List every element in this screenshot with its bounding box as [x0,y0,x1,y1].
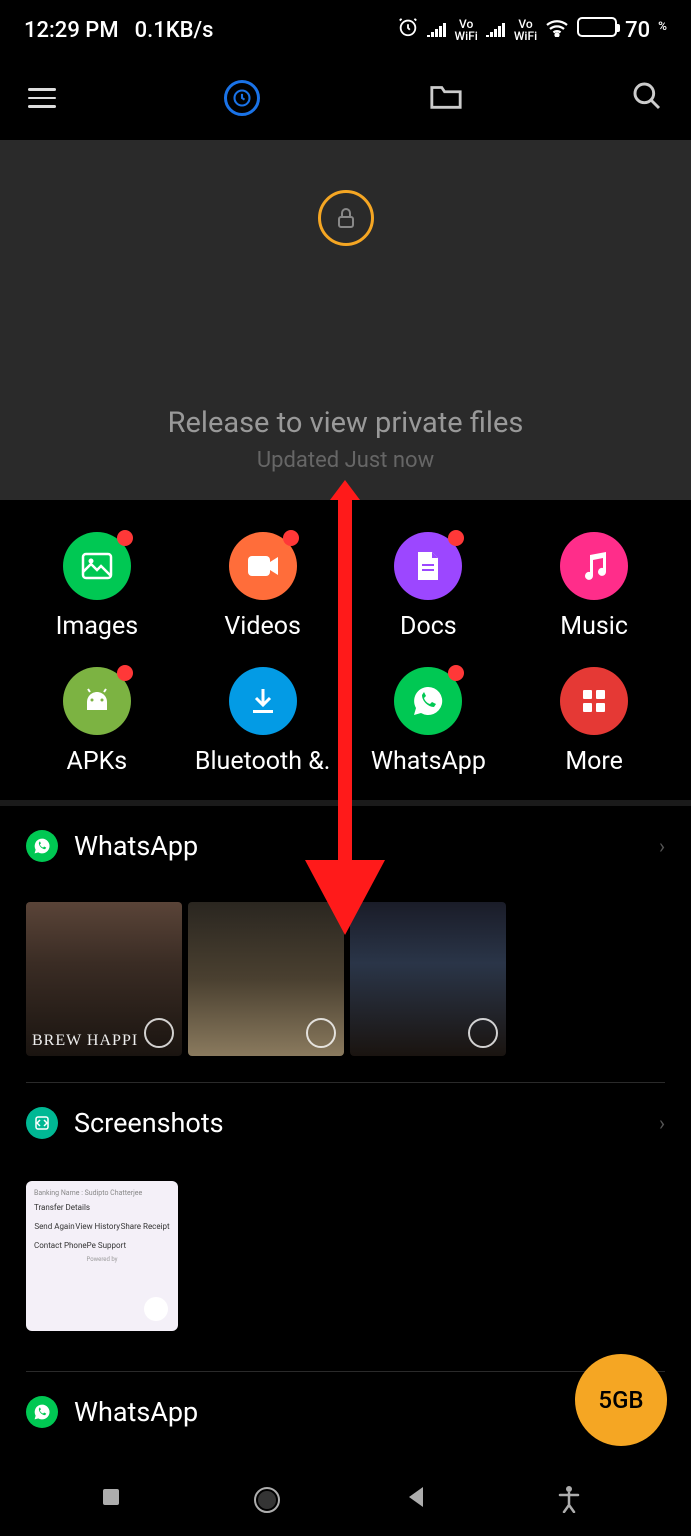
category-images[interactable]: Images [14,532,180,641]
tab-folders[interactable] [429,81,463,115]
category-label: Images [56,612,139,641]
media-thumbnail[interactable] [26,902,182,1056]
section-screenshots[interactable]: Screenshots › [0,1083,691,1157]
system-nav-bar [0,1468,691,1536]
lock-icon [318,190,374,246]
category-label: Music [560,612,628,641]
private-title: Release to view private files [168,406,524,440]
wifi-icon [545,18,569,43]
category-more[interactable]: More [511,667,677,776]
section-title: Screenshots [74,1107,224,1139]
nav-home-button[interactable] [252,1485,286,1519]
battery-percent: 70 [625,18,650,43]
category-label: Bluetooth &. [195,747,330,776]
screenshot-thumbnail[interactable]: Banking Name : Sudipto Chatterjee Transf… [26,1181,178,1331]
vowifi-label-2: VoWiFi [514,18,537,42]
document-icon [415,550,441,582]
category-label: Videos [224,612,301,641]
preview-text: Transfer Details [34,1203,170,1212]
video-indicator-icon [144,1018,174,1048]
preview-text: Powered by [34,1256,170,1263]
battery-pct-suffix: % [658,20,667,32]
search-icon[interactable] [631,80,663,116]
chevron-right-icon: › [659,834,665,858]
category-label: APKs [67,747,128,776]
status-speed: 0.1KB/s [135,18,214,43]
alarm-icon [397,16,419,44]
media-thumbnail[interactable] [188,902,344,1056]
private-files-panel[interactable]: Release to view private files Updated Ju… [0,140,691,500]
preview-btn: View History [75,1222,120,1231]
status-time: 12:29 PM [24,18,119,43]
music-icon [580,551,608,581]
category-bluetooth[interactable]: Bluetooth &. [180,667,346,776]
nav-recents-button[interactable] [99,1485,133,1519]
tab-recent[interactable] [224,80,260,116]
category-whatsapp[interactable]: WhatsApp [346,667,512,776]
chevron-right-icon: › [659,1111,665,1135]
category-music[interactable]: Music [511,532,677,641]
cleaner-fab[interactable]: 5GB [575,1354,667,1446]
grid-icon [581,688,607,714]
fab-label: 5GB [598,1386,643,1414]
signal-icon-2 [486,18,506,43]
download-icon [250,687,276,715]
private-subtitle: Updated Just now [257,448,434,473]
preview-text: Contact PhonePe Support [34,1241,170,1250]
whatsapp-icon [26,1396,58,1428]
video-indicator-icon [468,1018,498,1048]
preview-text: Banking Name : Sudipto Chatterjee [34,1189,170,1197]
section-whatsapp[interactable]: WhatsApp › [0,800,691,880]
whatsapp-icon [26,830,58,862]
preview-btn: Send Again [34,1222,74,1231]
video-icon [246,554,280,578]
top-nav [0,60,691,140]
image-icon [81,552,113,580]
screenshot-icon [26,1107,58,1139]
battery-icon [577,17,617,43]
category-label: WhatsApp [371,747,486,776]
video-indicator-icon [306,1018,336,1048]
hamburger-menu-icon[interactable] [28,88,56,108]
status-bar: 12:29 PM 0.1KB/s VoWiFi VoWiFi 70% [0,0,691,60]
whatsapp-icon [411,684,445,718]
preview-btn: Share Receipt [121,1222,170,1231]
category-label: Docs [400,612,457,641]
whatsapp-thumbnails [0,880,691,1060]
category-apks[interactable]: APKs [14,667,180,776]
media-thumbnail[interactable] [350,902,506,1056]
category-grid: Images Videos Docs Music APKs Bluetooth … [0,502,691,800]
category-videos[interactable]: Videos [180,532,346,641]
section-title: WhatsApp [74,830,198,862]
category-label: More [565,747,623,776]
vowifi-label-1: VoWiFi [455,18,478,42]
signal-icon [427,18,447,43]
nav-accessibility-button[interactable] [558,1485,592,1519]
section-title: WhatsApp [74,1396,198,1428]
nav-back-button[interactable] [405,1485,439,1519]
category-docs[interactable]: Docs [346,532,512,641]
android-icon [82,688,112,714]
